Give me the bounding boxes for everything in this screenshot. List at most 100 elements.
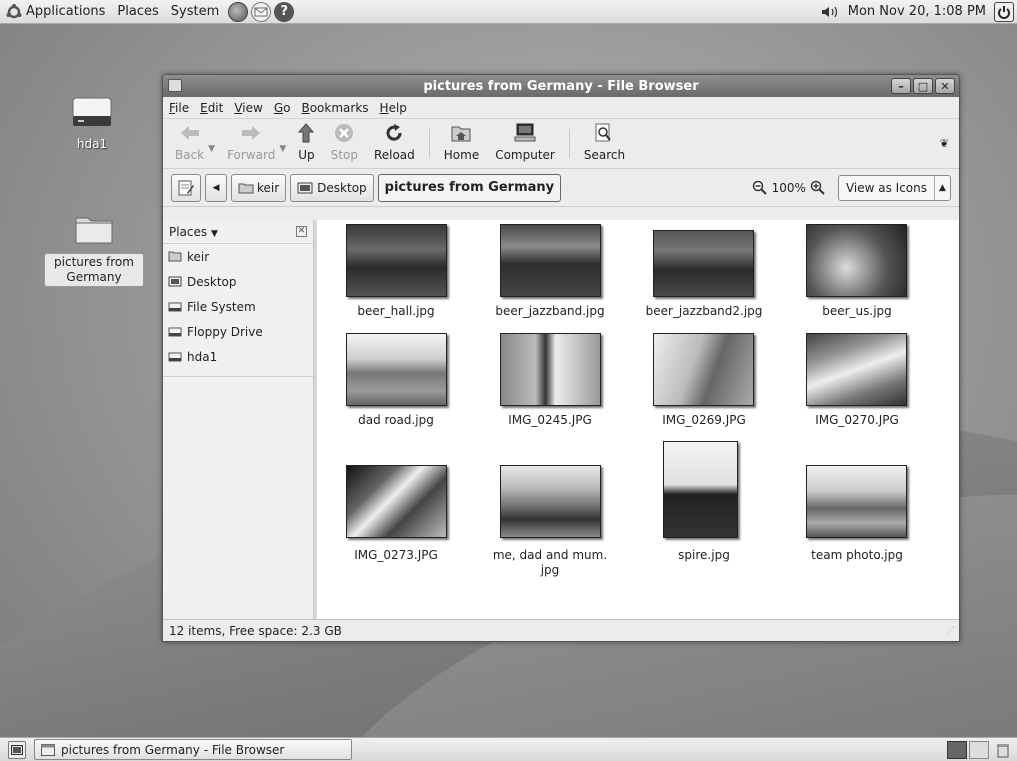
- top-panel: Applications Places System ? Mon Nov 20,…: [0, 0, 1017, 24]
- maximize-button[interactable]: □: [913, 78, 933, 94]
- image-thumbnail[interactable]: [806, 224, 907, 297]
- file-browser-icon: [41, 743, 55, 756]
- sidebar-item-file-system[interactable]: File System: [163, 294, 313, 319]
- email-launcher-icon[interactable]: [251, 1, 272, 22]
- sidebar-item-label: File System: [187, 299, 256, 314]
- toolbar-separator: [568, 129, 570, 158]
- forward-history-dropdown[interactable]: ▼: [279, 144, 286, 154]
- desktop-icon-pictures-folder[interactable]: pictures from Germany: [44, 212, 144, 287]
- file-name: beer_hall.jpg: [357, 304, 435, 318]
- search-button[interactable]: Search: [576, 119, 633, 168]
- chevron-down-icon: ▼: [210, 228, 218, 239]
- file-item[interactable]: team photo.jpg: [787, 548, 927, 563]
- image-thumbnail[interactable]: [806, 465, 907, 538]
- sidebar-item-hda1[interactable]: hda1: [163, 344, 313, 369]
- zoom-in-icon[interactable]: [810, 180, 826, 196]
- forward-button[interactable]: Forward: [219, 119, 283, 168]
- window-titlebar[interactable]: pictures from Germany - File Browser – □…: [163, 75, 959, 97]
- home-label: Home: [443, 148, 480, 162]
- image-thumbnail[interactable]: [346, 224, 447, 297]
- window-menu-icon[interactable]: [168, 79, 182, 92]
- computer-button[interactable]: Computer: [487, 119, 563, 168]
- menu-go[interactable]: Go: [274, 101, 291, 115]
- image-thumbnail[interactable]: [500, 224, 601, 297]
- resize-grip-icon[interactable]: ⋰: [946, 626, 955, 636]
- image-thumbnail[interactable]: [653, 230, 754, 297]
- image-thumbnail[interactable]: [346, 465, 447, 538]
- menu-file[interactable]: File: [169, 101, 189, 115]
- file-item[interactable]: spire.jpg: [634, 548, 774, 563]
- menu-help[interactable]: Help: [380, 101, 407, 115]
- image-thumbnail[interactable]: [806, 333, 907, 406]
- firefox-launcher-icon[interactable]: [228, 1, 249, 22]
- power-button[interactable]: [994, 1, 1014, 22]
- help-launcher-icon[interactable]: ?: [274, 1, 295, 22]
- location-bar: ◀ keir Desktop pictures from Germany 100…: [163, 169, 959, 207]
- zoom-level[interactable]: 100%: [772, 181, 806, 195]
- close-button[interactable]: ✕: [935, 78, 955, 94]
- menu-bookmarks[interactable]: Bookmarks: [301, 101, 368, 115]
- reload-button[interactable]: Reload: [366, 119, 423, 168]
- show-desktop-icon: [11, 744, 23, 755]
- sidebar-type-dropdown[interactable]: Places ▼: [169, 225, 218, 239]
- menu-edit[interactable]: Edit: [200, 101, 223, 115]
- workspace-2[interactable]: [969, 740, 989, 759]
- view-mode-select[interactable]: View as Icons ▲: [837, 174, 951, 201]
- places-menu[interactable]: Places: [111, 0, 164, 24]
- toggle-location-entry-button[interactable]: [171, 173, 201, 202]
- up-arrow-icon: [298, 123, 315, 143]
- file-item[interactable]: me, dad and mum. jpg: [480, 548, 620, 578]
- menu-view[interactable]: View: [234, 101, 262, 115]
- clock[interactable]: Mon Nov 20, 1:08 PM: [844, 4, 994, 19]
- file-item[interactable]: IMG_0273.JPG: [326, 548, 466, 563]
- workspace-switcher[interactable]: [947, 740, 989, 759]
- file-item[interactable]: beer_hall.jpg: [326, 304, 466, 319]
- stop-button[interactable]: Stop: [323, 119, 366, 168]
- image-thumbnail[interactable]: [500, 465, 601, 538]
- taskbar-window-button[interactable]: pictures from Germany - File Browser: [34, 739, 352, 760]
- file-name: IMG_0273.JPG: [354, 548, 438, 562]
- image-thumbnail[interactable]: [500, 333, 601, 406]
- file-item[interactable]: dad road.jpg: [326, 413, 466, 428]
- path-scroll-left-button[interactable]: ◀: [205, 173, 227, 202]
- volume-icon[interactable]: [820, 5, 842, 19]
- crumb-label: pictures from Germany: [384, 180, 555, 195]
- system-menu[interactable]: System: [165, 0, 225, 24]
- close-sidebar-icon[interactable]: ✕: [296, 226, 307, 237]
- sidebar-item-label: Desktop: [187, 274, 237, 289]
- sidebar-item-label: keir: [187, 249, 210, 264]
- back-arrow-icon: [180, 126, 199, 140]
- file-item[interactable]: beer_jazzband2.jpg: [634, 304, 774, 319]
- toolbar: Back ▼ Forward ▼ Up Stop Reload Home Com…: [163, 119, 959, 169]
- minimize-button[interactable]: –: [891, 78, 911, 94]
- file-item[interactable]: IMG_0245.JPG: [480, 413, 620, 428]
- image-thumbnail[interactable]: [346, 333, 447, 406]
- file-item[interactable]: IMG_0270.JPG: [787, 413, 927, 428]
- view-mode-value: View as Icons: [845, 180, 927, 195]
- crumb-label: Desktop: [317, 180, 367, 195]
- up-button[interactable]: Up: [290, 119, 322, 168]
- image-thumbnail[interactable]: [653, 333, 754, 406]
- sidebar-item-desktop[interactable]: Desktop: [163, 269, 313, 294]
- file-item[interactable]: IMG_0269.JPG: [634, 413, 774, 428]
- sidebar-item-keir[interactable]: keir: [163, 244, 313, 269]
- places-label: Places: [117, 4, 159, 19]
- back-history-dropdown[interactable]: ▼: [208, 144, 215, 154]
- applications-menu[interactable]: Applications: [0, 0, 111, 24]
- file-item[interactable]: beer_jazzband.jpg: [480, 304, 620, 319]
- desktop-icon-hda1[interactable]: hda1: [62, 96, 122, 151]
- trash-icon[interactable]: [995, 742, 1011, 758]
- home-button[interactable]: Home: [436, 119, 487, 168]
- crumb-keir[interactable]: keir: [231, 173, 287, 202]
- crumb-pictures-from-germany[interactable]: pictures from Germany: [377, 173, 562, 202]
- sidebar-item-floppy-drive[interactable]: Floppy Drive: [163, 319, 313, 344]
- crumb-desktop[interactable]: Desktop: [290, 173, 374, 202]
- image-thumbnail[interactable]: [663, 441, 738, 538]
- drive-icon: [168, 351, 182, 362]
- file-item[interactable]: beer_us.jpg: [787, 304, 927, 319]
- back-button[interactable]: Back: [167, 119, 212, 168]
- file-name: dad road.jpg: [358, 413, 434, 427]
- show-desktop-button[interactable]: [8, 740, 26, 759]
- zoom-out-icon[interactable]: [752, 180, 768, 196]
- workspace-1[interactable]: [947, 740, 967, 759]
